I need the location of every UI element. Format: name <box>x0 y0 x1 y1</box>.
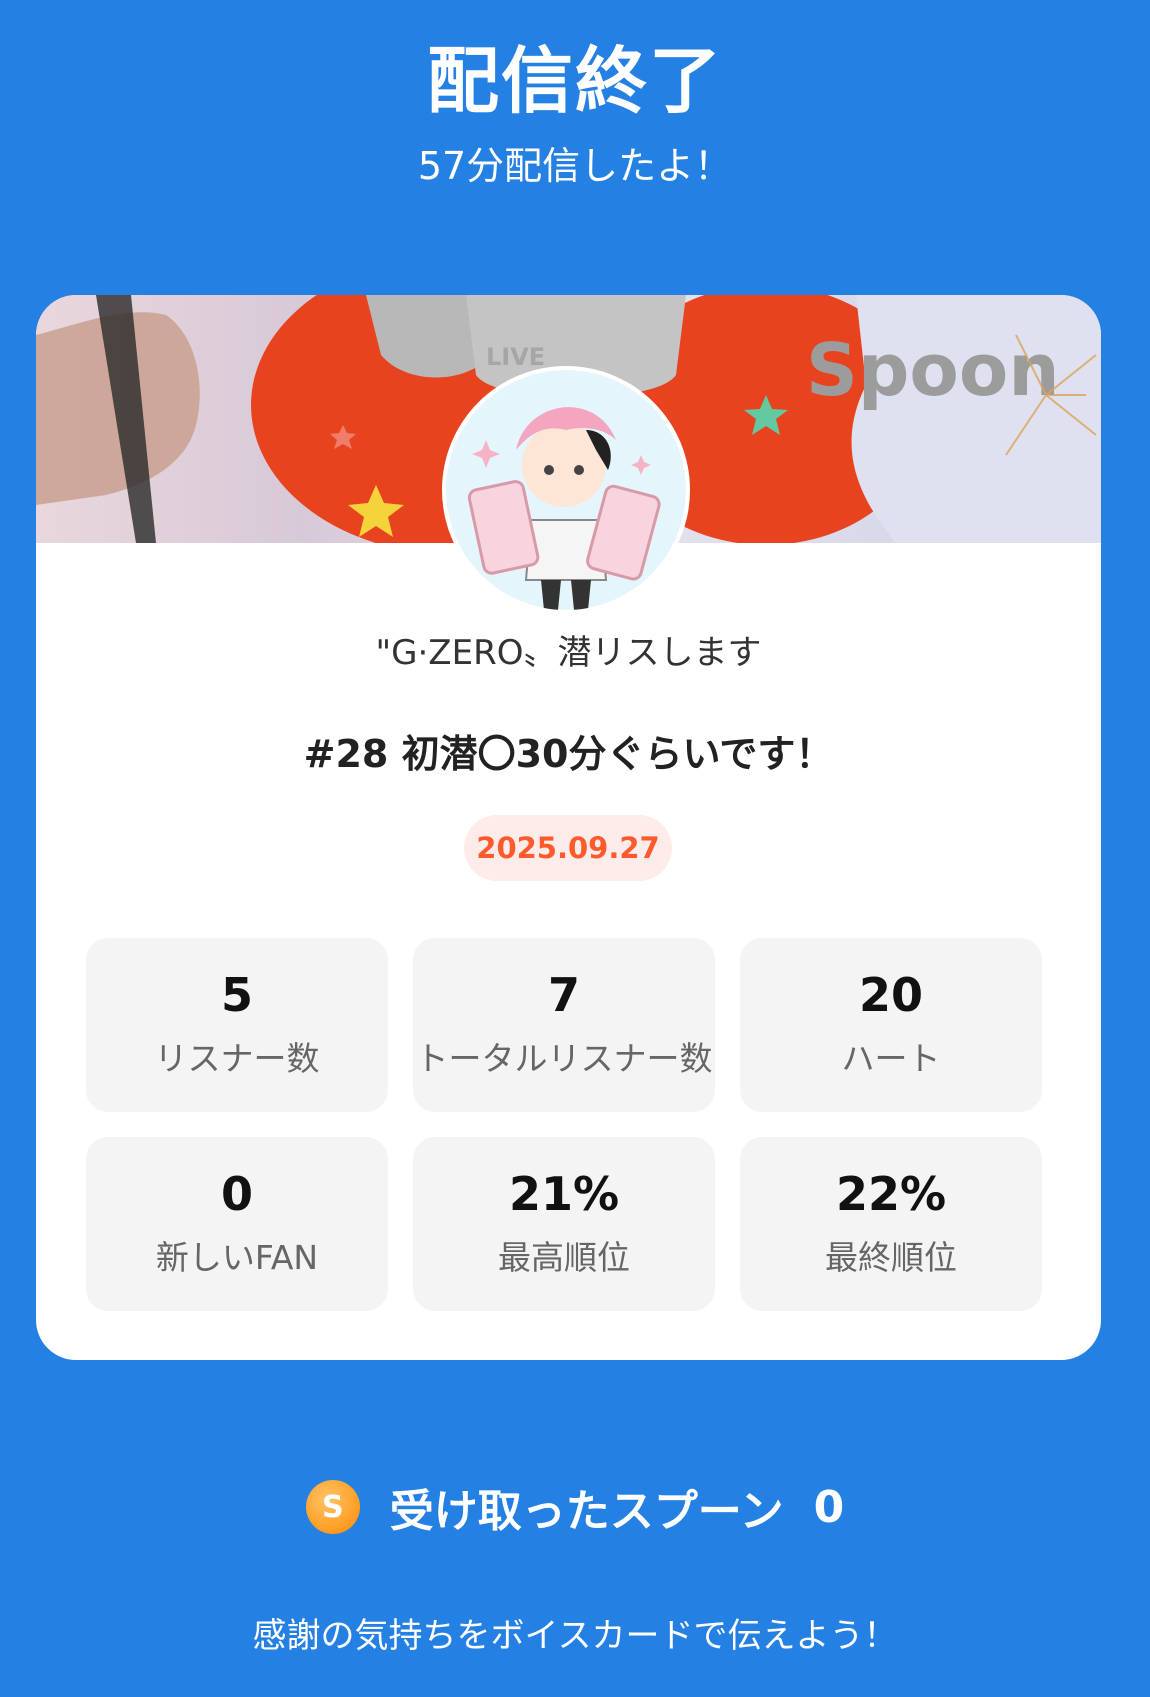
broadcaster-name: "G·ZERO〟潜リスします <box>375 633 762 673</box>
stat-highest-rank: 21% 最高順位 <box>413 1137 715 1311</box>
broadcast-date-badge: 2025.09.27 <box>464 815 672 881</box>
live-text: LIVE <box>486 343 545 371</box>
broadcast-duration-text: 57分配信したよ！ <box>417 144 733 188</box>
stat-listeners: 5 リスナー数 <box>86 938 388 1112</box>
stat-label: 新しいFAN <box>155 1238 319 1278</box>
stat-final-rank: 22% 最終順位 <box>740 1137 1042 1311</box>
stat-value: 21% <box>508 1166 620 1221</box>
stat-value: 0 <box>220 1166 253 1221</box>
stat-value: 5 <box>220 967 253 1022</box>
stat-label: ハート <box>841 1039 941 1079</box>
stat-value: 22% <box>835 1166 947 1221</box>
stat-label: トータルリスナー数 <box>415 1039 713 1079</box>
spoon-brand-watermark: Spoon <box>806 328 1060 412</box>
stat-new-fans: 0 新しいFAN <box>86 1137 388 1311</box>
stat-total-listeners: 7 トータルリスナー数 <box>413 938 715 1112</box>
received-spoons-count: 0 <box>813 1481 845 1533</box>
stat-label: 最高順位 <box>498 1238 630 1278</box>
stats-grid: 5 リスナー数 7 トータルリスナー数 20 ハート 0 新しいFAN 21% … <box>86 938 1043 1311</box>
broadcast-title: #28 初潜〇30分ぐらいです！ <box>303 732 834 776</box>
stat-value: 20 <box>858 967 923 1022</box>
spoon-coin-icon: S <box>305 1480 360 1534</box>
broadcast-summary-card: LIVE Spoon "G·ZERO〟潜リスします #28 初潜〇30分ぐらいで… <box>36 295 1101 1360</box>
received-spoons-label: 受け取ったスプーン <box>389 1486 784 1537</box>
profile-avatar[interactable] <box>446 370 686 610</box>
stat-label: リスナー数 <box>154 1039 320 1079</box>
stat-label: 最終順位 <box>825 1238 957 1278</box>
received-spoons-row: S 受け取ったスプーン 0 <box>0 1475 1150 1539</box>
stat-value: 7 <box>547 967 580 1022</box>
stat-hearts: 20 ハート <box>740 938 1042 1112</box>
voice-card-prompt[interactable]: 感謝の気持ちをボイスカードで伝えよう！ <box>0 1608 1150 1657</box>
page-title: 配信終了 <box>426 39 723 123</box>
